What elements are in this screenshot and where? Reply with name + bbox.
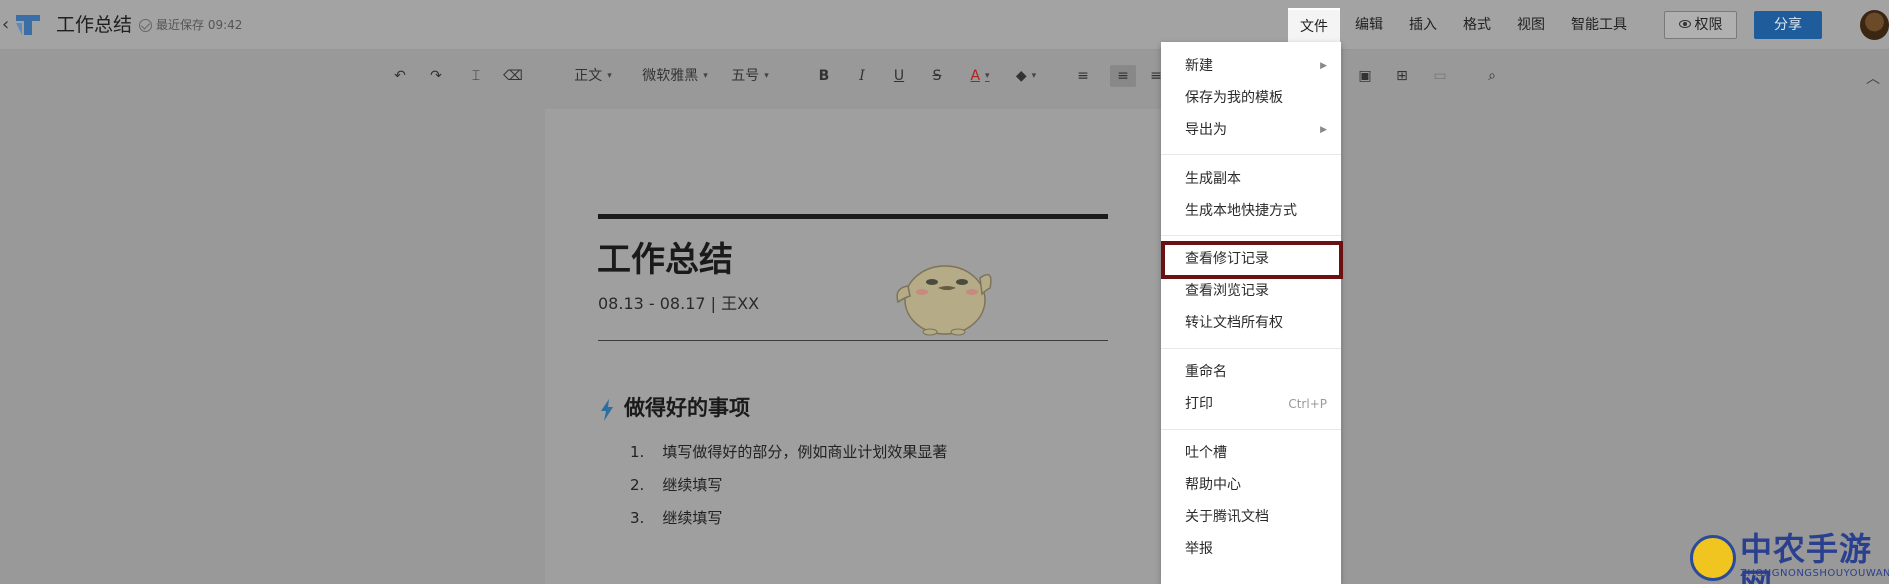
insert-comment-icon[interactable]: ▭ [1430, 65, 1450, 87]
menu-item-duplicate[interactable]: 生成副本 [1185, 169, 1241, 189]
print-shortcut: Ctrl+P [1288, 397, 1327, 411]
save-status-text: 最近保存 09:42 [156, 18, 243, 32]
list-item: 1. 填写做得好的部分，例如商业计划效果显著 [630, 442, 947, 462]
menu-divider [1161, 348, 1341, 349]
menu-edit[interactable]: 编辑 [1352, 8, 1386, 42]
submenu-arrow-icon: ▶ [1320, 125, 1327, 135]
font-size-select[interactable]: 五号 [728, 65, 772, 87]
title-rule [598, 214, 1108, 219]
menu-file[interactable]: 文件 [1288, 8, 1340, 42]
menu-item-help-center[interactable]: 帮助中心 [1185, 475, 1241, 495]
document-heading: 工作总结 [597, 240, 733, 280]
font-color-icon[interactable]: A [966, 65, 994, 87]
collapse-toolbar-icon[interactable]: ︿ [1866, 68, 1880, 88]
redo-icon[interactable]: ↷ [426, 65, 446, 87]
align-left-icon[interactable]: ≡ [1073, 65, 1093, 87]
menu-item-print[interactable]: 打印 [1185, 394, 1213, 414]
undo-icon[interactable]: ↶ [390, 65, 410, 87]
align-center-icon[interactable]: ≡ [1110, 65, 1136, 87]
menu-view[interactable]: 视图 [1514, 8, 1548, 42]
save-status: 最近保存 09:42 [139, 17, 242, 33]
share-button[interactable]: 分享 [1754, 11, 1822, 39]
menu-item-transfer-ownership[interactable]: 转让文档所有权 [1185, 313, 1283, 333]
menu-item-rename[interactable]: 重命名 [1185, 362, 1227, 382]
divider [598, 340, 1108, 341]
file-menu-dropdown: 新建 ▶ 保存为我的模板 导出为 ▶ 生成副本 生成本地快捷方式 查看修订记录 … [1161, 42, 1343, 584]
clear-format-icon[interactable]: ⌫ [503, 65, 523, 87]
list-number: 2. [630, 476, 645, 494]
back-icon[interactable]: ‹ [2, 15, 12, 35]
menu-divider [1161, 154, 1341, 155]
permission-label: 权限 [1694, 17, 1723, 33]
list-number: 1. [630, 443, 645, 461]
font-family-select[interactable]: 微软雅黑 [638, 65, 712, 87]
menu-divider [1161, 429, 1341, 430]
watermark-logo [1690, 535, 1736, 581]
list-text: 继续填写 [662, 476, 723, 494]
menu-item-new[interactable]: 新建 [1185, 56, 1213, 76]
underline-icon[interactable]: U [889, 65, 909, 87]
app-header: ‹ 工作总结 最近保存 09:42 文件 编辑 插入 格式 视图 智能工具 权限… [0, 0, 1889, 50]
section-title: 做得好的事项 [624, 396, 750, 420]
insert-image-icon[interactable]: ▣ [1355, 65, 1375, 87]
insert-table-icon[interactable]: ⊞ [1392, 65, 1412, 87]
italic-icon[interactable]: I [852, 65, 872, 87]
mascot-illustration [896, 265, 992, 336]
menu-smart-tools[interactable]: 智能工具 [1568, 8, 1630, 42]
watermark-subtext: ZHONGNONGSHOUYOUWANG [1740, 568, 1889, 579]
tencent-docs-logo[interactable] [14, 13, 42, 37]
document-title[interactable]: 工作总结 [56, 12, 132, 38]
format-painter-icon[interactable]: ⌶ [466, 65, 486, 87]
menu-insert[interactable]: 插入 [1406, 8, 1440, 42]
document-subtitle: 08.13 - 08.17 | 王XX [598, 294, 760, 313]
eye-icon [1678, 20, 1691, 28]
format-toolbar: ↶ ↷ ⌶ ⌫ 正文 微软雅黑 五号 B I U S A ◆ ≡ ≡ ≡ ▣ ⊞… [0, 50, 1889, 102]
list-text: 填写做得好的部分，例如商业计划效果显著 [662, 443, 948, 461]
menu-item-local-shortcut[interactable]: 生成本地快捷方式 [1185, 201, 1297, 221]
menu-divider [1161, 235, 1341, 236]
list-item: 3. 继续填写 [630, 508, 722, 528]
menu-format[interactable]: 格式 [1460, 8, 1494, 42]
menu-item-save-template[interactable]: 保存为我的模板 [1185, 88, 1283, 108]
list-item: 2. 继续填写 [630, 475, 722, 495]
submenu-arrow-icon: ▶ [1320, 61, 1327, 71]
paragraph-style-select[interactable]: 正文 [568, 65, 618, 87]
check-circle-icon [139, 18, 152, 32]
avatar[interactable] [1860, 10, 1889, 40]
list-text: 继续填写 [662, 509, 723, 527]
menu-item-about[interactable]: 关于腾讯文档 [1185, 507, 1269, 527]
bold-icon[interactable]: B [814, 65, 834, 87]
highlight-color-icon[interactable]: ◆ [1010, 65, 1042, 87]
strikethrough-icon[interactable]: S [927, 65, 947, 87]
find-icon[interactable]: ⌕ [1482, 65, 1502, 87]
permission-button[interactable]: 权限 [1664, 11, 1737, 39]
lightning-icon [601, 399, 613, 421]
menu-item-feedback[interactable]: 吐个槽 [1185, 443, 1227, 463]
menu-item-revision-history[interactable]: 查看修订记录 [1185, 249, 1269, 269]
menu-item-export[interactable]: 导出为 [1185, 120, 1227, 140]
list-number: 3. [630, 509, 645, 527]
menu-item-report[interactable]: 举报 [1185, 539, 1213, 559]
menu-item-view-history[interactable]: 查看浏览记录 [1185, 281, 1269, 301]
